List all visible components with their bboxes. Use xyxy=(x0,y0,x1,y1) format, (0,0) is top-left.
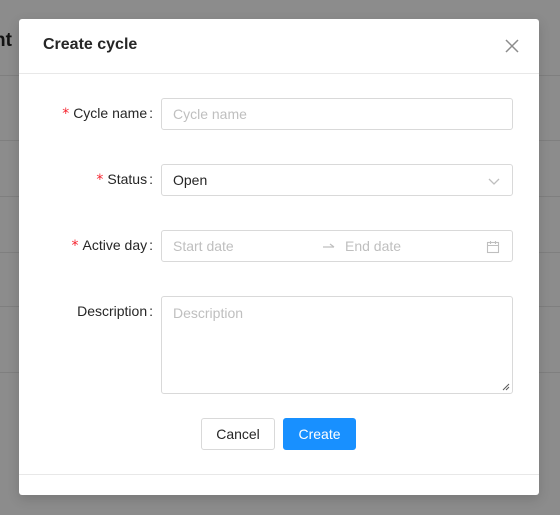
create-cycle-modal: Create cycle *Cycle name: *Status: Open … xyxy=(19,19,539,495)
description-row: Description: xyxy=(19,296,539,394)
description-textarea[interactable] xyxy=(162,297,512,393)
modal-header: Create cycle xyxy=(19,19,539,74)
required-asterisk: * xyxy=(62,106,70,122)
cycle-name-input[interactable] xyxy=(162,99,512,129)
status-select[interactable]: Open xyxy=(161,164,513,196)
status-row: * Status: Open xyxy=(19,164,539,196)
active-day-row: * Active day: Start date End date xyxy=(19,230,539,262)
required-asterisk: * xyxy=(71,238,79,254)
arrow-right-icon xyxy=(323,243,335,248)
status-label: * Status: xyxy=(96,171,153,188)
end-date-input[interactable]: End date xyxy=(345,238,401,254)
close-icon xyxy=(505,39,519,53)
description-field xyxy=(161,296,513,394)
cycle-name-field xyxy=(161,98,513,130)
required-asterisk: * xyxy=(96,172,104,188)
description-label: Description: xyxy=(77,303,153,319)
start-date-input[interactable]: Start date xyxy=(173,238,234,254)
create-button[interactable]: Create xyxy=(283,418,356,450)
resize-handle-icon[interactable] xyxy=(502,383,510,391)
chevron-down-icon xyxy=(488,178,500,185)
cycle-name-label: * Cycle name: xyxy=(62,105,153,122)
calendar-icon xyxy=(486,241,500,254)
cancel-button[interactable]: Cancel xyxy=(201,418,275,450)
close-button[interactable] xyxy=(503,37,521,55)
modal-footer-divider xyxy=(19,474,539,475)
status-selected-value: Open xyxy=(173,172,208,188)
modal-title: Create cycle xyxy=(43,36,138,53)
active-day-range-picker[interactable]: Start date End date xyxy=(161,230,513,262)
cycle-name-row: * Cycle name: xyxy=(19,98,539,130)
active-day-label: * Active day: xyxy=(71,237,153,254)
